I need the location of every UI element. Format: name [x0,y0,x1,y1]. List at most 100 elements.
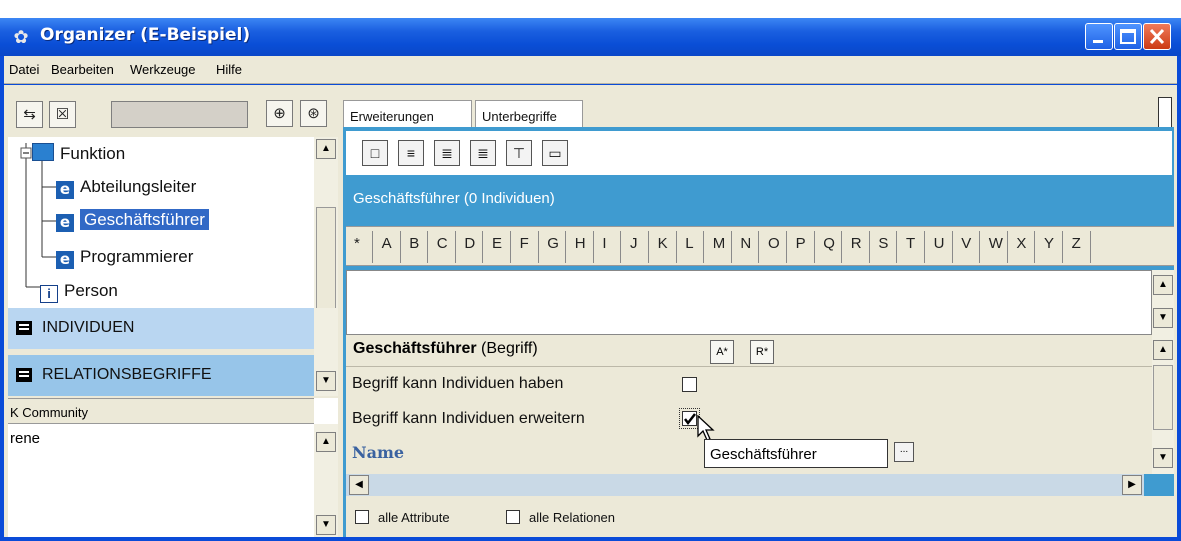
tree-scrollbar[interactable]: ▲ [314,137,338,327]
alpha-filter-j[interactable]: J [630,235,638,252]
name-value-field[interactable]: Geschäftsführer [704,439,888,468]
tree-node-abteilungsleiter[interactable]: e Abteilungsleiter [56,177,196,199]
checkbox-alle-attribute[interactable] [355,510,369,524]
zoom-in-icon[interactable]: ⊕ [266,100,293,127]
alpha-filter-n[interactable]: N [740,235,751,252]
alpha-filter-f[interactable]: F [520,235,529,252]
detail-header: Geschäftsführer (Begriff) A* R* [346,335,1152,367]
checkbox-individuen-erweitern[interactable] [679,408,700,429]
checkbox-individuen-haben[interactable] [682,377,697,392]
list-scrollbar[interactable]: ▲ ▼ [1152,270,1174,335]
section-relationsbegriffe[interactable]: RELATIONSBEGRIFFE [8,355,314,396]
alpha-filter-q[interactable]: Q [823,235,835,252]
menu-bearbeiten[interactable]: Bearbeiten [51,62,114,77]
tree-node-geschaeftsfuehrer[interactable]: e Geschäftsführer [56,209,209,232]
name-filter-field[interactable] [111,101,248,128]
tree-node-funktion[interactable]: Funktion [32,143,125,164]
alpha-separator [730,231,732,263]
checkbox-alle-relationen[interactable] [506,510,520,524]
relation-star-button[interactable]: R* [750,340,774,364]
alpha-filter-h[interactable]: H [575,235,586,252]
alpha-filter-u[interactable]: U [934,235,945,252]
navigate-back-icon[interactable]: ⇆ [16,101,43,128]
community-item[interactable]: rene [10,430,40,447]
alpha-filter-all[interactable]: * [354,235,360,252]
alpha-filter-d[interactable]: D [464,235,475,252]
alpha-filter-r[interactable]: R [851,235,862,252]
scroll-left-icon[interactable]: ◀ [349,475,369,495]
tree-node-programmierer[interactable]: e Programmierer [56,247,193,269]
detail-scrollbar[interactable]: ▲ ▼ [1152,335,1174,474]
alpha-separator [1034,231,1036,263]
detail-hscrollbar[interactable]: ◀ ▶ [346,474,1144,496]
scroll-thumb[interactable] [1153,365,1173,430]
alpha-filter-p[interactable]: P [796,235,806,252]
alpha-separator [1062,231,1063,263]
scroll-up-icon[interactable]: ▲ [316,432,336,452]
alpha-filter-m[interactable]: M [713,235,726,252]
close-icon [1149,28,1165,45]
scroll-down-icon[interactable]: ▼ [316,515,336,535]
concept-header: Geschäftsführer (0 Individuen) [353,190,555,207]
scroll-up-icon[interactable]: ▲ [1153,340,1173,360]
menu-hilfe[interactable]: Hilfe [216,62,242,77]
scroll-right-icon[interactable]: ▶ [1122,475,1142,495]
alpha-filter-z[interactable]: Z [1072,235,1081,252]
alpha-filter-e[interactable]: E [492,235,502,252]
export-list-icon[interactable]: ≣ [470,140,496,166]
alpha-filter-t[interactable]: T [906,235,915,252]
ellipsis-button[interactable]: ... [894,442,914,462]
book-icon [16,368,32,382]
alpha-filter-x[interactable]: X [1016,235,1026,252]
maximize-icon [1120,29,1136,44]
alpha-filter-w[interactable]: W [989,235,1003,252]
menu-datei[interactable]: Datei [9,62,39,77]
new-concept-icon[interactable]: □ [362,140,388,166]
maximize-button[interactable] [1114,23,1142,50]
alpha-filter-i[interactable]: I [602,235,606,252]
scroll-down-icon[interactable]: ▼ [1153,308,1173,328]
community-scrollbar[interactable]: ▲ ▼ [314,424,338,537]
alpha-filter-k[interactable]: K [658,235,668,252]
pane-handle[interactable] [1158,97,1172,129]
scroll-up-icon[interactable]: ▲ [1153,275,1173,295]
menu-werkzeuge[interactable]: Werkzeuge [130,62,196,77]
concept-toolbar: □ ≡ ≣ ≣ ⊤ ▭ [346,131,1172,175]
alpha-filter-g[interactable]: G [547,235,559,252]
alpha-separator [951,231,953,263]
hierarchy-icon[interactable]: ⊤ [506,140,532,166]
book-icon [16,321,32,335]
alpha-separator [868,231,870,263]
remove-list-icon[interactable]: ≣ [434,140,460,166]
tab-erweiterungen[interactable]: Erweiterungen [343,100,472,130]
scroll-down-icon[interactable]: ▼ [1153,448,1173,468]
detail-body: Begriff kann Individuen haben Begriff ka… [346,367,1152,474]
scroll-up-icon[interactable]: ▲ [316,139,336,159]
alpha-separator [565,231,567,263]
alpha-separator [454,231,456,263]
minimize-button[interactable] [1085,23,1113,50]
section-individuen[interactable]: INDIVIDUEN [8,308,314,349]
alpha-filter-y[interactable]: Y [1044,235,1054,252]
tree-node-person[interactable]: i Person [40,281,118,303]
alpha-filter-b[interactable]: B [409,235,419,252]
list-icon[interactable]: ≡ [398,140,424,166]
section-scrollbar[interactable]: ▼ [314,308,338,396]
attribute-star-button[interactable]: A* [710,340,734,364]
alpha-filter-s[interactable]: S [878,235,888,252]
alpha-filter-a[interactable]: A [382,235,392,252]
alpha-filter-l[interactable]: L [685,235,693,252]
alpha-separator [537,231,539,263]
individuals-list[interactable] [346,270,1152,335]
tab-unterbegriffe[interactable]: Unterbegriffe [475,100,583,130]
scroll-down-icon[interactable]: ▼ [316,371,336,391]
alpha-separator [813,231,815,263]
window-icon[interactable]: ▭ [542,140,568,166]
alpha-separator [372,231,373,263]
delete-icon[interactable]: ☒ [49,101,76,128]
alpha-filter-c[interactable]: C [437,235,448,252]
alpha-filter-v[interactable]: V [961,235,971,252]
zoom-tree-icon[interactable]: ⊛ [300,100,327,127]
close-button[interactable] [1143,23,1171,50]
alpha-filter-o[interactable]: O [768,235,780,252]
